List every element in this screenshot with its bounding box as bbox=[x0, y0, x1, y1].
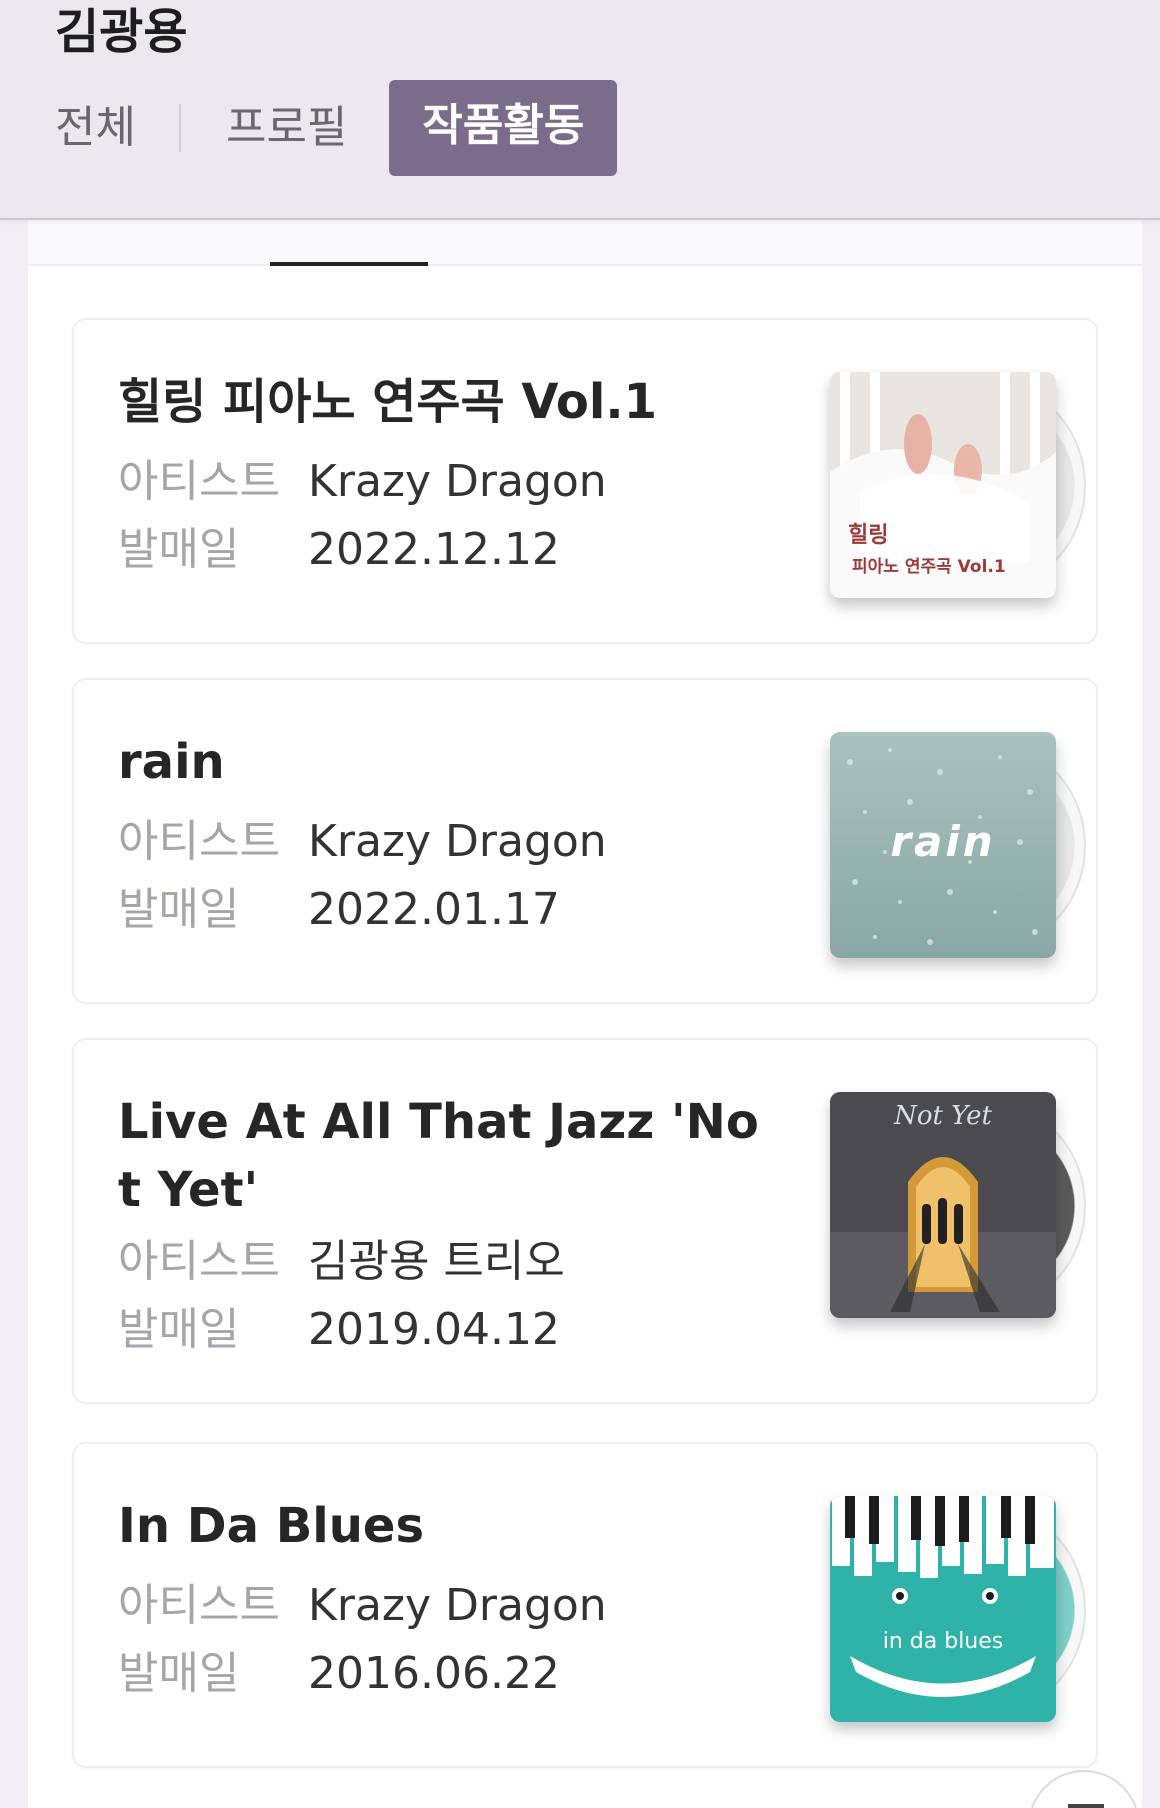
album-title: In Da Blues bbox=[118, 1498, 425, 1554]
release-label: 발매일 bbox=[118, 524, 240, 575]
artist-label: 아티스트 bbox=[118, 816, 280, 867]
album-artist-row: 아티스트 김광용 트리오 bbox=[118, 1228, 565, 1296]
album-title: rain bbox=[118, 734, 225, 790]
tab-works[interactable]: 작품활동 bbox=[389, 80, 618, 176]
album-art[interactable]: rain bbox=[830, 732, 1086, 958]
album-cover: in da blues bbox=[830, 1496, 1056, 1722]
cover-subtitle-text: 피아노 연주곡 Vol.1 bbox=[852, 557, 1006, 577]
album-artist: Krazy Dragon bbox=[308, 456, 607, 507]
album-art[interactable]: 힐링 피아노 연주곡 Vol.1 bbox=[830, 372, 1086, 598]
tab-all[interactable]: 전체 bbox=[55, 80, 136, 176]
header: 김광용 전체 프로필 작품활동 bbox=[0, 0, 1160, 220]
album-art[interactable]: Not Yet bbox=[830, 1092, 1086, 1318]
album-release-date: 2019.04.12 bbox=[308, 1304, 560, 1355]
album-artist: Krazy Dragon bbox=[308, 816, 607, 867]
cover-title-text: rain bbox=[890, 817, 995, 866]
album-release-row: 발매일 2019.04.12 bbox=[118, 1296, 560, 1364]
tab-bar: 전체 프로필 작품활동 bbox=[55, 80, 618, 176]
album-title: Live At All That Jazz 'Not Yet' bbox=[118, 1094, 759, 1218]
tab-divider bbox=[178, 104, 181, 152]
album-cover: Not Yet bbox=[830, 1092, 1056, 1318]
album-cover: rain bbox=[830, 732, 1056, 958]
album-release-date: 2022.01.17 bbox=[308, 884, 560, 935]
tab-profile[interactable]: 프로필 bbox=[226, 80, 347, 176]
cover-title-text: Not Yet bbox=[893, 1101, 992, 1131]
album-artist-row: 아티스트 Krazy Dragon bbox=[118, 448, 607, 516]
album-artist-row: 아티스트 Krazy Dragon bbox=[118, 808, 607, 876]
album-card[interactable]: Live At All That Jazz 'Not Yet' 아티스트 김광용… bbox=[72, 1038, 1098, 1404]
cover-title-text: 힐링 bbox=[848, 523, 888, 548]
album-release-date: 2016.06.22 bbox=[308, 1648, 560, 1699]
album-release-row: 발매일 2022.12.12 bbox=[118, 516, 560, 584]
sub-tab-strip bbox=[28, 220, 1142, 266]
artist-label: 아티스트 bbox=[118, 1580, 280, 1631]
release-label: 발매일 bbox=[118, 1648, 240, 1699]
album-artist-row: 아티스트 Krazy Dragon bbox=[118, 1572, 607, 1640]
menu-icon bbox=[1068, 1804, 1104, 1808]
release-label: 발매일 bbox=[118, 1304, 240, 1355]
works-panel: 힐링 피아노 연주곡 Vol.1 아티스트 Krazy Dragon 발매일 2… bbox=[28, 220, 1142, 1808]
release-label: 발매일 bbox=[118, 884, 240, 935]
album-release-row: 발매일 2022.01.17 bbox=[118, 876, 560, 944]
album-artist: Krazy Dragon bbox=[308, 1580, 607, 1631]
album-release-date: 2022.12.12 bbox=[308, 524, 560, 575]
sub-tab-indicator bbox=[270, 262, 428, 266]
album-art[interactable]: in da blues bbox=[830, 1496, 1086, 1722]
artist-label: 아티스트 bbox=[118, 456, 280, 507]
album-title: 힐링 피아노 연주곡 Vol.1 bbox=[118, 374, 657, 430]
album-cover: 힐링 피아노 연주곡 Vol.1 bbox=[830, 372, 1056, 598]
album-card[interactable]: In Da Blues 아티스트 Krazy Dragon 발매일 2016.0… bbox=[72, 1442, 1098, 1768]
cover-title-text: in da blues bbox=[883, 1629, 1004, 1654]
album-artist: 김광용 트리오 bbox=[308, 1236, 565, 1287]
album-card[interactable]: rain 아티스트 Krazy Dragon 발매일 2022.01.17 ra… bbox=[72, 678, 1098, 1004]
artist-name: 김광용 bbox=[55, 4, 188, 60]
artist-label: 아티스트 bbox=[118, 1236, 280, 1287]
album-release-row: 발매일 2016.06.22 bbox=[118, 1640, 560, 1708]
album-card[interactable]: 힐링 피아노 연주곡 Vol.1 아티스트 Krazy Dragon 발매일 2… bbox=[72, 318, 1098, 644]
